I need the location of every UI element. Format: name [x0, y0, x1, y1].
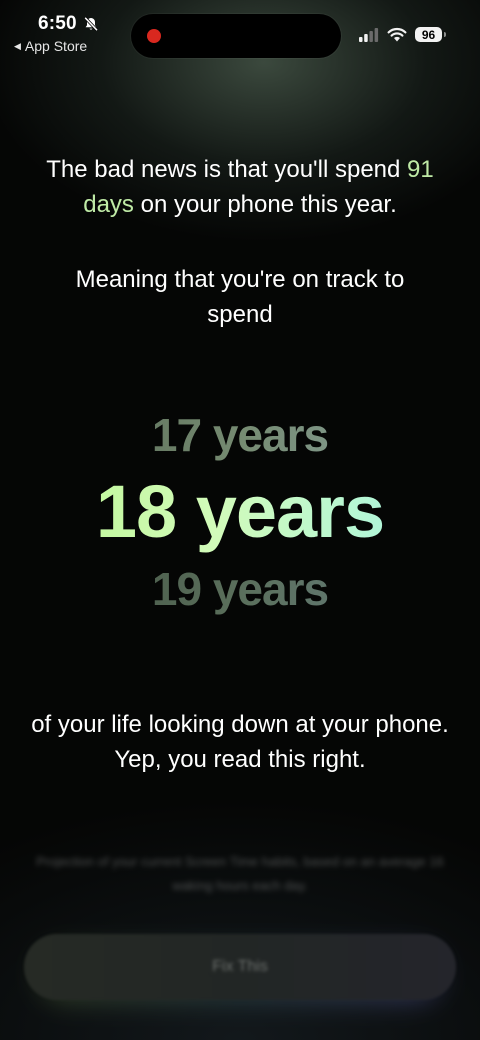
back-to-app-store-link[interactable]: ◀ App Store — [14, 38, 87, 54]
dynamic-island — [131, 14, 341, 58]
battery-level: 96 — [421, 27, 436, 42]
time-group: 6:50 — [38, 13, 99, 35]
recording-indicator-icon — [147, 29, 161, 43]
back-triangle-icon: ◀ — [14, 40, 21, 51]
onboarding-screen: 6:50 ◀ App Store 96 The bad news is that… — [0, 0, 480, 1040]
year-option-next: 19 years — [0, 558, 480, 620]
status-bar: 6:50 ◀ App Store 96 — [0, 0, 480, 62]
back-link-label: App Store — [24, 38, 88, 54]
years-picker: 17 years 18 years 19 years — [0, 404, 480, 620]
bell-slash-icon — [83, 16, 98, 32]
projection-footnote: Projection of your current Screen Time h… — [36, 854, 444, 893]
year-option-current: 18 years — [0, 466, 480, 558]
wifi-icon — [387, 27, 407, 42]
cellular-signal-icon — [359, 27, 379, 42]
headline: The bad news is that you'll spend 91 day… — [20, 152, 460, 222]
status-time: 6:50 — [38, 13, 77, 34]
status-icons: 96 — [359, 27, 446, 42]
fix-this-button[interactable]: Fix This — [24, 934, 456, 1000]
closing-text: of your life looking down at your phone.… — [31, 711, 449, 773]
fix-this-button-label: Fix This — [212, 958, 268, 975]
headline-prefix: The bad news is that you'll spend — [46, 156, 401, 183]
battery-icon: 96 — [415, 27, 446, 42]
year-option-previous: 17 years — [0, 404, 480, 466]
subline: Meaning that you're on track to spend — [75, 266, 405, 328]
headline-suffix: on your phone this year. — [140, 191, 397, 218]
